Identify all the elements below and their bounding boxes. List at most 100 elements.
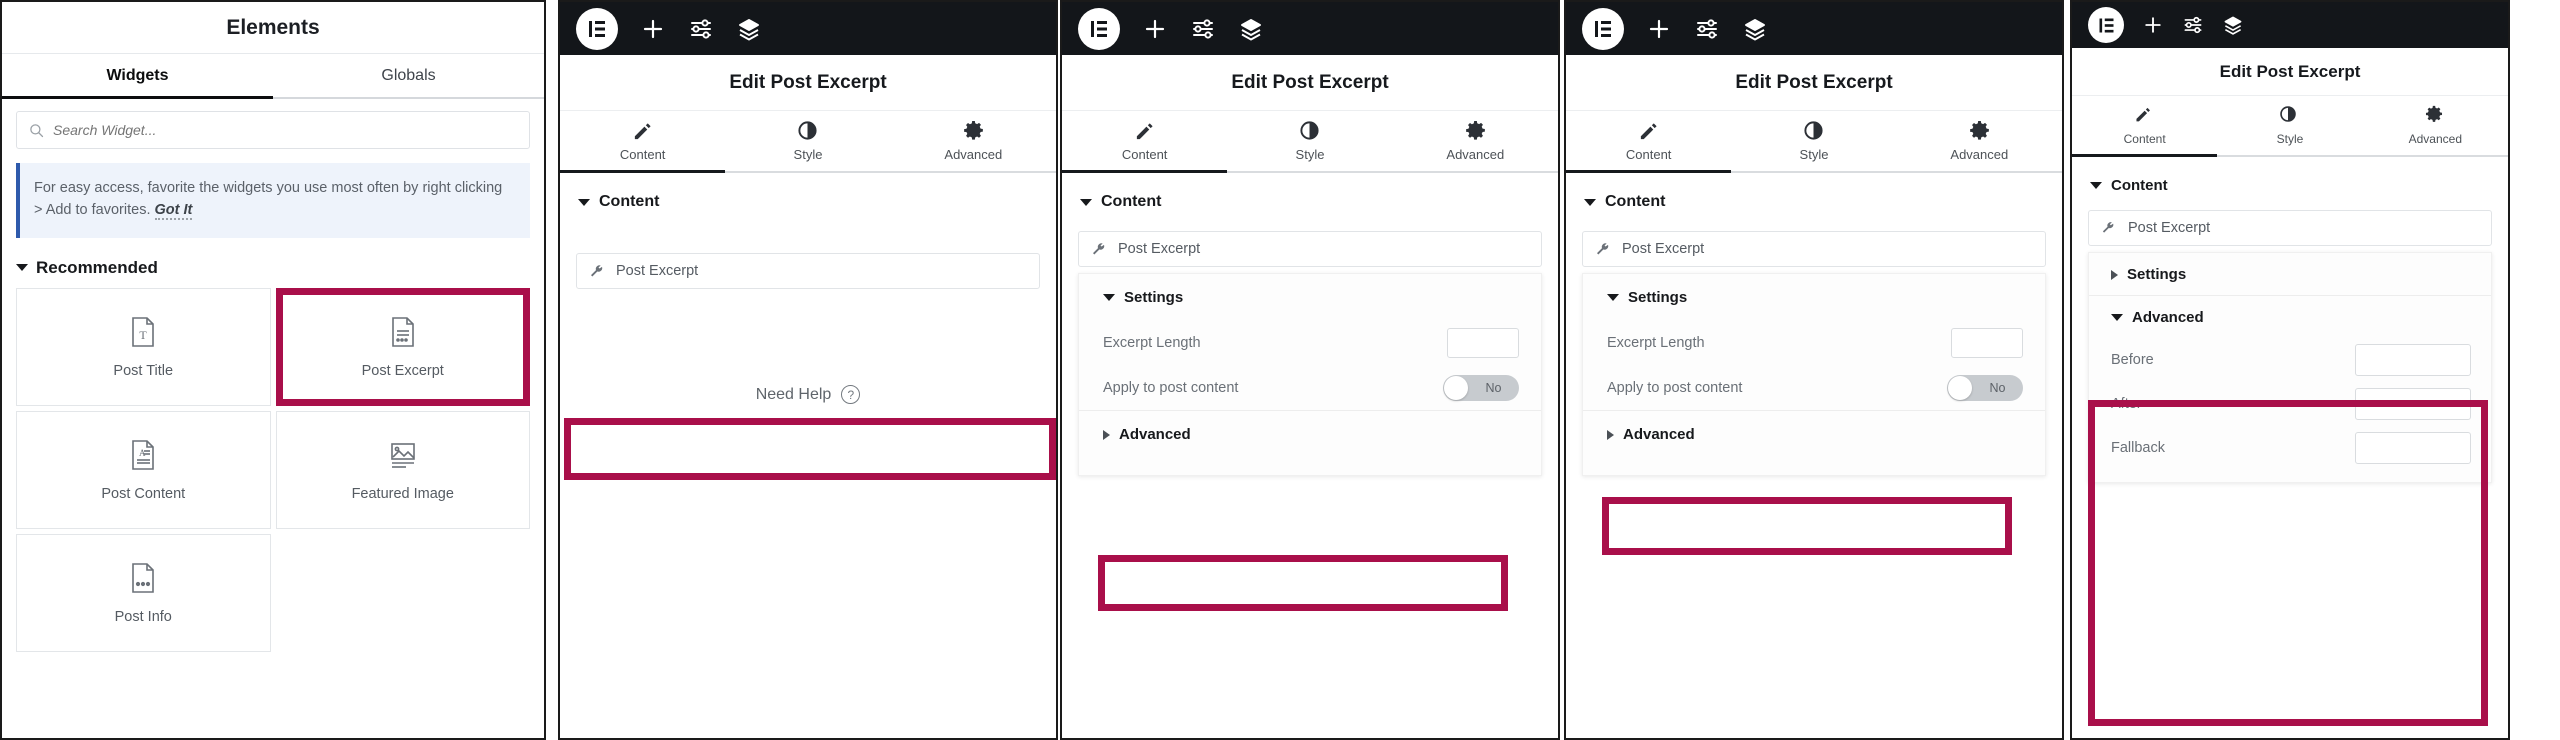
elementor-logo-icon[interactable] [576,7,618,50]
page-title: Edit Post Excerpt [1566,55,2062,111]
content-section-header[interactable]: Content [560,173,1056,211]
search-icon [29,123,44,138]
excerpt-length-input[interactable] [1447,328,1519,358]
tab-style[interactable]: Style [725,120,890,171]
page-title: Edit Post Excerpt [1062,55,1558,111]
panel-title: Elements [226,16,320,39]
wrench-icon [2101,221,2116,236]
got-it-link[interactable]: Got It [154,202,193,221]
content-section-header[interactable]: Content [2072,157,2508,194]
elementor-logo-icon[interactable] [2088,7,2124,43]
toggle-knob [1948,376,1972,400]
apply-to-post-content-row: Apply to post content No [1079,366,1541,410]
sliders-icon[interactable] [2182,14,2204,36]
before-row: Before [2089,338,2491,382]
recommended-section-header[interactable]: Recommended [16,258,530,278]
layers-icon[interactable] [1742,16,1768,42]
sliders-icon[interactable] [688,16,714,42]
panel-gap [546,0,558,740]
pencil-icon [1638,120,1659,141]
tab-content[interactable]: Content [560,120,726,173]
chevron-right-icon [1607,429,1614,440]
apply-to-post-content-toggle[interactable]: No [1947,375,2023,401]
settings-section-header[interactable]: Settings [2089,253,2491,295]
tab-style-label: Style [1799,147,1829,162]
tab-style[interactable]: Style [1731,120,1896,171]
widget-card-post-info[interactable]: Post Info [16,533,271,652]
tab-content-label: Content [1121,147,1168,162]
post-excerpt-field[interactable]: Post Excerpt [1582,231,2046,267]
excerpt-length-row: Excerpt Length [1583,320,2045,366]
tab-content[interactable]: Content [1566,120,1732,173]
settings-section-header[interactable]: Settings [1079,274,1541,320]
plus-icon[interactable] [2142,14,2164,36]
widget-label: Post Excerpt [361,363,444,380]
panel-tabs: Widgets Globals [2,53,544,99]
plus-icon[interactable] [1646,16,1672,42]
search-input[interactable] [53,122,517,138]
need-help-link[interactable]: Need Help ? [560,385,1056,404]
content-section-label: Content [599,193,660,210]
tab-style[interactable]: Style [2217,105,2362,155]
screenshot-root: Elements Widgets Globals For easy access… [0,0,2560,740]
after-input[interactable] [2355,388,2471,420]
content-section-header[interactable]: Content [1566,173,2062,211]
sliders-icon[interactable] [1694,16,1720,42]
tab-advanced[interactable]: Advanced [891,120,1056,171]
tab-advanced[interactable]: Advanced [2363,105,2508,155]
pencil-icon [632,120,653,141]
wrench-icon [589,264,604,279]
sliders-icon[interactable] [1190,16,1216,42]
tab-advanced[interactable]: Advanced [1897,120,2062,171]
tab-style[interactable]: Style [1227,120,1392,171]
gear-icon [1465,120,1486,141]
widget-card-post-excerpt[interactable]: Post Excerpt [275,287,530,406]
widget-card-post-title[interactable]: T Post Title [16,287,271,406]
post-excerpt-field-label: Post Excerpt [1622,241,1705,257]
svg-text:T: T [140,328,148,342]
advanced-section-header[interactable]: Advanced [2089,296,2491,338]
advanced-section-header[interactable]: Advanced [1583,411,2045,457]
layers-icon[interactable] [1238,16,1264,42]
post-excerpt-field[interactable]: Post Excerpt [2088,210,2492,246]
post-excerpt-field[interactable]: Post Excerpt [1078,231,1542,267]
question-circle-icon: ? [841,385,861,404]
editor-tabs: Content Style Advanced [2072,96,2508,157]
tab-content-label: Content [1625,147,1672,162]
excerpt-length-input[interactable] [1951,328,2023,358]
settings-section-header[interactable]: Settings [1583,274,2045,320]
widget-card-featured-image[interactable]: Featured Image [275,410,530,529]
content-section-header[interactable]: Content [1062,173,1558,211]
toggle-state-label: No [1485,381,1502,395]
tab-widgets[interactable]: Widgets [2,54,273,99]
apply-to-post-content-toggle[interactable]: No [1443,375,1519,401]
search-widget-box[interactable] [16,111,530,149]
advanced-label: Advanced [2132,309,2204,326]
post-excerpt-field[interactable]: Post Excerpt [576,253,1040,289]
tab-content[interactable]: Content [2072,105,2218,157]
advanced-section-header[interactable]: Advanced [1079,411,1541,457]
editor-toolbar [2072,2,2508,48]
wrench-icon [1595,242,1610,257]
featured-image-icon [385,437,421,473]
gear-icon [1969,120,1990,141]
apply-to-post-content-row: Apply to post content No [1583,366,2045,410]
tab-globals[interactable]: Globals [273,54,544,97]
elementor-logo-icon[interactable] [1582,7,1624,50]
layers-icon[interactable] [736,16,762,42]
widget-card-post-content[interactable]: A Post Content [16,410,271,529]
plus-icon[interactable] [1142,16,1168,42]
tab-advanced[interactable]: Advanced [1393,120,1558,171]
post-excerpt-field-label: Post Excerpt [616,263,699,279]
before-input[interactable] [2355,344,2471,376]
tab-content[interactable]: Content [1062,120,1228,173]
layers-icon[interactable] [2222,14,2244,36]
fallback-label: Fallback [2111,440,2165,456]
fallback-input[interactable] [2355,432,2471,464]
elementor-logo-icon[interactable] [1078,7,1120,50]
need-help-label: Need Help [755,385,832,403]
chevron-down-icon [1103,294,1115,301]
svg-text:A: A [139,448,146,458]
post-title-icon: T [125,314,161,350]
plus-icon[interactable] [640,16,666,42]
